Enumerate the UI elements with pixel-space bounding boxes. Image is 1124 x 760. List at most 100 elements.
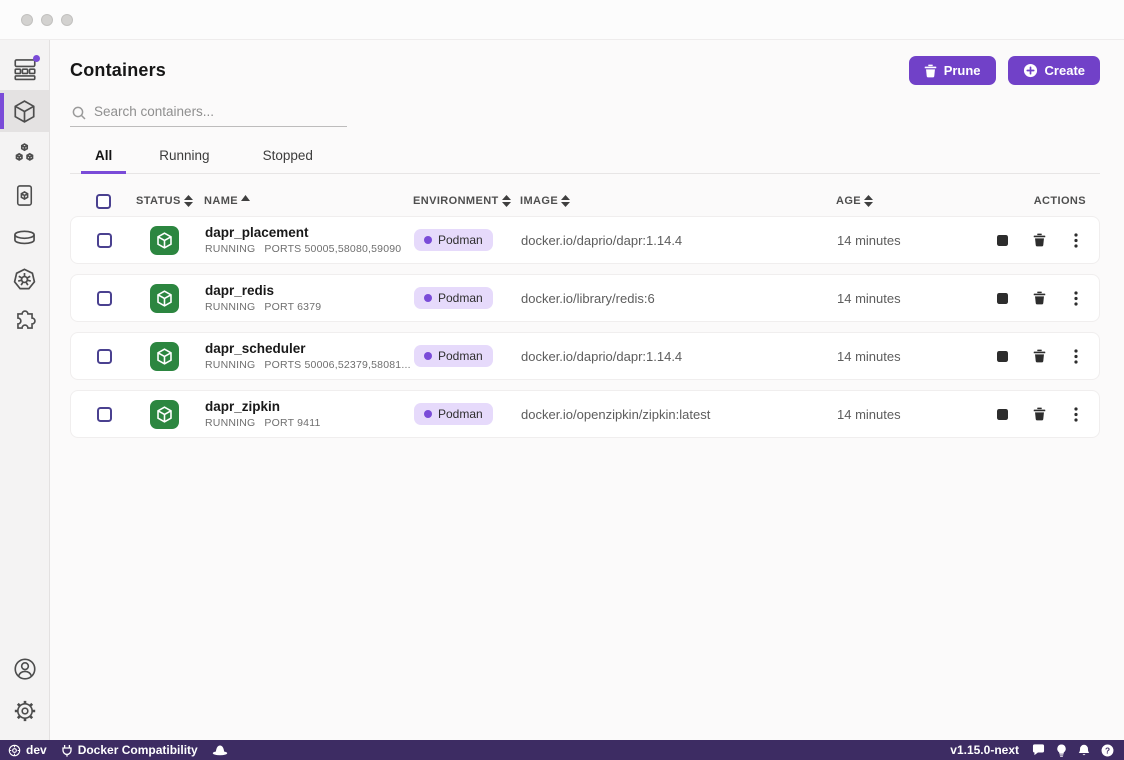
sidebar-item-images[interactable] bbox=[0, 174, 49, 216]
extensions-puzzle-icon bbox=[12, 308, 38, 334]
sidebar-item-account[interactable] bbox=[0, 648, 49, 690]
sort-icon bbox=[184, 195, 193, 207]
environment-badge: Podman bbox=[414, 287, 493, 309]
container-name: dapr_zipkin bbox=[205, 399, 414, 415]
search-box bbox=[70, 98, 347, 127]
sidebar-item-settings[interactable] bbox=[0, 690, 49, 732]
container-state-ports: RUNNINGPORTS 50006,52379,58081... bbox=[205, 359, 414, 371]
statusbar-dev-mode[interactable]: dev bbox=[8, 743, 47, 757]
window-zoom-button[interactable] bbox=[61, 14, 73, 26]
sort-icon bbox=[502, 195, 511, 207]
help-icon[interactable]: ? bbox=[1101, 744, 1114, 757]
podman-machine-hat-icon[interactable] bbox=[212, 744, 228, 756]
tab-running[interactable]: Running bbox=[145, 142, 223, 174]
create-button[interactable]: Create bbox=[1008, 56, 1100, 85]
row-checkbox[interactable] bbox=[97, 407, 112, 422]
more-actions-button[interactable] bbox=[1061, 341, 1091, 371]
feedback-icon[interactable] bbox=[1032, 744, 1045, 756]
container-state-ports: RUNNINGPORT 6379 bbox=[205, 301, 414, 313]
delete-container-button[interactable] bbox=[1024, 399, 1054, 429]
column-header-actions: ACTIONS bbox=[950, 195, 1100, 207]
container-image: docker.io/openzipkin/zipkin:latest bbox=[521, 407, 837, 422]
podman-dot-icon bbox=[424, 352, 432, 360]
column-header-environment[interactable]: ENVIRONMENT bbox=[413, 195, 520, 207]
trash-icon bbox=[1033, 349, 1046, 363]
row-checkbox[interactable] bbox=[97, 233, 112, 248]
kebab-menu-icon bbox=[1074, 233, 1078, 248]
plus-circle-icon bbox=[1023, 63, 1038, 78]
container-row-dapr-redis[interactable]: dapr_redis RUNNINGPORT 6379 Podman docke… bbox=[70, 274, 1100, 322]
container-state-ports: RUNNINGPORT 9411 bbox=[205, 417, 414, 429]
statusbar: dev Docker Compatibility v1.15.0-next bbox=[0, 740, 1124, 760]
running-status-icon bbox=[150, 342, 179, 371]
sidebar-item-pods[interactable] bbox=[0, 132, 49, 174]
account-icon bbox=[12, 656, 38, 682]
delete-container-button[interactable] bbox=[1024, 341, 1054, 371]
container-row-dapr-scheduler[interactable]: dapr_scheduler RUNNINGPORTS 50006,52379,… bbox=[70, 332, 1100, 380]
sidebar bbox=[0, 40, 50, 740]
podman-desktop-window: Containers Prune bbox=[0, 0, 1124, 760]
sidebar-item-volumes[interactable] bbox=[0, 216, 49, 258]
statusbar-docker-compatibility[interactable]: Docker Compatibility bbox=[61, 743, 198, 757]
column-header-age[interactable]: AGE bbox=[836, 195, 950, 207]
pods-icon bbox=[11, 140, 38, 167]
tab-all[interactable]: All bbox=[81, 142, 126, 174]
images-icon bbox=[12, 183, 37, 208]
tab-stopped[interactable]: Stopped bbox=[249, 142, 327, 174]
stop-container-button[interactable] bbox=[987, 225, 1017, 255]
containers-page: Containers Prune bbox=[50, 40, 1124, 740]
sort-icon bbox=[561, 195, 570, 207]
window-minimize-button[interactable] bbox=[41, 14, 53, 26]
lightbulb-icon[interactable] bbox=[1056, 744, 1067, 757]
running-status-icon bbox=[150, 284, 179, 313]
delete-container-button[interactable] bbox=[1024, 283, 1054, 313]
notifications-bell-icon[interactable] bbox=[1078, 744, 1090, 757]
row-checkbox[interactable] bbox=[97, 349, 112, 364]
podman-dot-icon bbox=[424, 236, 432, 244]
more-actions-button[interactable] bbox=[1061, 399, 1091, 429]
container-name: dapr_placement bbox=[205, 225, 414, 241]
delete-container-button[interactable] bbox=[1024, 225, 1054, 255]
kebab-menu-icon bbox=[1074, 407, 1078, 422]
sort-icon bbox=[864, 195, 873, 207]
trash-icon bbox=[1033, 233, 1046, 247]
trash-icon bbox=[1033, 291, 1046, 305]
sidebar-item-dashboard[interactable] bbox=[0, 48, 49, 90]
container-row-dapr-placement[interactable]: dapr_placement RUNNINGPORTS 50005,58080,… bbox=[70, 216, 1100, 264]
kubernetes-icon bbox=[11, 266, 38, 293]
column-header-name[interactable]: NAME bbox=[204, 195, 413, 207]
table-header: STATUS NAME ENVIRONMENT bbox=[70, 186, 1100, 216]
sidebar-item-containers[interactable] bbox=[0, 90, 49, 132]
more-actions-button[interactable] bbox=[1061, 225, 1091, 255]
running-status-icon bbox=[150, 226, 179, 255]
stop-container-button[interactable] bbox=[987, 341, 1017, 371]
column-header-status[interactable]: STATUS bbox=[136, 195, 204, 207]
containers-cube-icon bbox=[11, 98, 38, 125]
container-image: docker.io/daprio/dapr:1.14.4 bbox=[521, 349, 837, 364]
sidebar-item-kubernetes[interactable] bbox=[0, 258, 49, 300]
container-row-dapr-zipkin[interactable]: dapr_zipkin RUNNINGPORT 9411 Podman dock… bbox=[70, 390, 1100, 438]
container-age: 14 minutes bbox=[837, 291, 949, 306]
svg-text:?: ? bbox=[1105, 745, 1110, 755]
stop-icon bbox=[997, 235, 1008, 246]
environment-badge: Podman bbox=[414, 229, 493, 251]
podman-dot-icon bbox=[424, 294, 432, 302]
volumes-icon bbox=[11, 224, 38, 251]
podman-dot-icon bbox=[424, 410, 432, 418]
row-checkbox[interactable] bbox=[97, 291, 112, 306]
trash-icon bbox=[1033, 407, 1046, 421]
more-actions-button[interactable] bbox=[1061, 283, 1091, 313]
plug-icon bbox=[61, 744, 73, 757]
prune-button[interactable]: Prune bbox=[909, 56, 996, 85]
sidebar-item-extensions[interactable] bbox=[0, 300, 49, 342]
filter-tabs: All Running Stopped bbox=[70, 142, 1100, 174]
stop-container-button[interactable] bbox=[987, 283, 1017, 313]
column-header-image[interactable]: IMAGE bbox=[520, 195, 836, 207]
search-input[interactable] bbox=[70, 98, 347, 127]
container-age: 14 minutes bbox=[837, 407, 949, 422]
select-all-checkbox[interactable] bbox=[96, 194, 111, 209]
window-close-button[interactable] bbox=[21, 14, 33, 26]
stop-container-button[interactable] bbox=[987, 399, 1017, 429]
environment-badge: Podman bbox=[414, 345, 493, 367]
trash-icon bbox=[924, 64, 937, 78]
